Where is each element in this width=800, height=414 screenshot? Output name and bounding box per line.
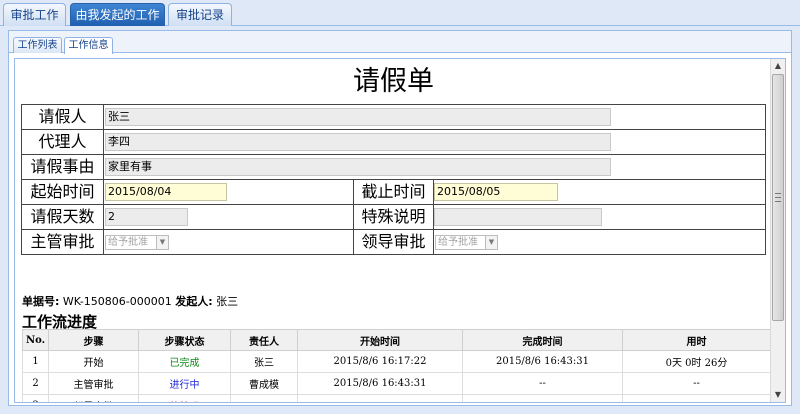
column-header-start-time: 开始时间 [297,329,463,351]
special-note-label: 特殊说明 [361,207,426,226]
agent-label: 代理人 [38,132,87,151]
step-name: 领导审批 [48,394,139,402]
step-name: 开始 [48,350,139,373]
step-end-time: 2015/8/6 16:43:31 [462,350,623,373]
doc-number: WK-150806-000001 [62,295,172,308]
reason-field[interactable]: 家里有事 [105,158,611,176]
chevron-down-icon: ▼ [156,236,168,249]
scrollbar-thumb[interactable] [772,74,784,321]
start-time-field[interactable]: 2015/08/04 [105,183,227,201]
step-start-time: 2015/8/6 16:17:22 [297,350,463,373]
step-end-time: -- [462,394,623,402]
step-start-time: 2015/8/6 16:43:31 [297,372,463,395]
vertical-scrollbar[interactable]: ▲ ▼ [770,59,785,402]
initiator-name: 张三 [216,295,239,308]
row-number: 2 [22,372,49,395]
manager-approval-value: 给予批准 [108,237,148,248]
step-start-time: -- [297,394,463,402]
chevron-down-icon: ▼ [485,236,497,249]
table-header-row: No. 步骤 步骤状态 责任人 开始时间 完成时间 用时 [22,329,771,351]
step-name: 主管审批 [48,372,139,395]
agent-field[interactable]: 李四 [105,133,611,151]
manager-approval-label: 主管审批 [30,232,95,251]
step-owner: 张三 [230,350,298,373]
special-note-field[interactable] [434,208,602,226]
table-row: 1 开始 已完成 张三 2015/8/6 16:17:22 2015/8/6 1… [22,350,771,373]
top-tab-bar: 审批工作 由我发起的工作 审批记录 [0,0,800,26]
table-row: 3 领导审批 待处理 -- -- -- [22,394,771,402]
step-duration: 0天 0时 26分 [622,350,771,373]
column-header-owner: 责任人 [230,329,298,351]
reason-label: 请假事由 [30,157,95,176]
tab-work-list[interactable]: 工作列表 [13,37,62,53]
step-owner [230,394,298,402]
work-panel: 工作列表 工作信息 请假单 请假人 张三 代理人 李四 请假事由 家里有事 起始… [8,30,792,406]
leader-approval-label: 领导审批 [361,232,426,251]
step-duration: -- [622,372,771,395]
initiator-label: 发起人: [175,295,213,308]
workflow-progress-table: No. 步骤 步骤状态 责任人 开始时间 完成时间 用时 1 开始 已完成 张三… [22,329,771,402]
document-info: 单据号: WK-150806-000001 发起人: 张三 [22,293,238,309]
manager-approval-select[interactable]: 给予批准 ▼ [105,235,169,250]
start-time-label: 起始时间 [30,182,95,201]
form-title: 请假单 [353,66,434,97]
column-header-end-time: 完成时间 [462,329,623,351]
work-info-content[interactable]: 请假单 请假人 张三 代理人 李四 请假事由 家里有事 起始时间 2015/08… [14,58,786,403]
leader-approval-value: 给予批准 [438,237,478,248]
doc-number-label: 单据号: [22,295,60,308]
step-status: 待处理 [138,394,231,402]
grip-icon [775,193,781,202]
tab-my-started-work[interactable]: 由我发起的工作 [70,3,165,26]
step-owner: 曹成模 [230,372,298,395]
table-row: 2 主管审批 进行中 曹成模 2015/8/6 16:43:31 -- -- [22,372,771,395]
column-header-no: No. [22,329,49,351]
row-number: 1 [22,350,49,373]
applicant-label: 请假人 [38,107,87,126]
sub-tab-bar: 工作列表 工作信息 [9,31,791,54]
step-status: 进行中 [138,372,231,395]
leave-days-label: 请假天数 [30,207,95,226]
end-time-field[interactable]: 2015/08/05 [434,183,558,201]
tab-approval-records[interactable]: 审批记录 [168,3,232,26]
scroll-up-arrow-icon[interactable]: ▲ [771,60,785,72]
step-duration: -- [622,394,771,402]
leave-days-field[interactable]: 2 [105,208,188,226]
applicant-field[interactable]: 张三 [105,108,611,126]
leave-form-table: 请假人 张三 代理人 李四 请假事由 家里有事 起始时间 2015/08/04 … [21,104,766,255]
column-header-status: 步骤状态 [138,329,231,351]
tab-work-info[interactable]: 工作信息 [64,37,113,54]
step-status: 已完成 [138,350,231,373]
column-header-duration: 用时 [622,329,771,351]
scroll-down-arrow-icon[interactable]: ▼ [771,389,785,401]
leader-approval-select[interactable]: 给予批准 ▼ [435,235,498,250]
step-end-time: -- [462,372,623,395]
tab-approval-work[interactable]: 审批工作 [3,3,66,26]
row-number: 3 [22,394,49,402]
column-header-step: 步骤 [48,329,139,351]
end-time-label: 截止时间 [361,182,426,201]
